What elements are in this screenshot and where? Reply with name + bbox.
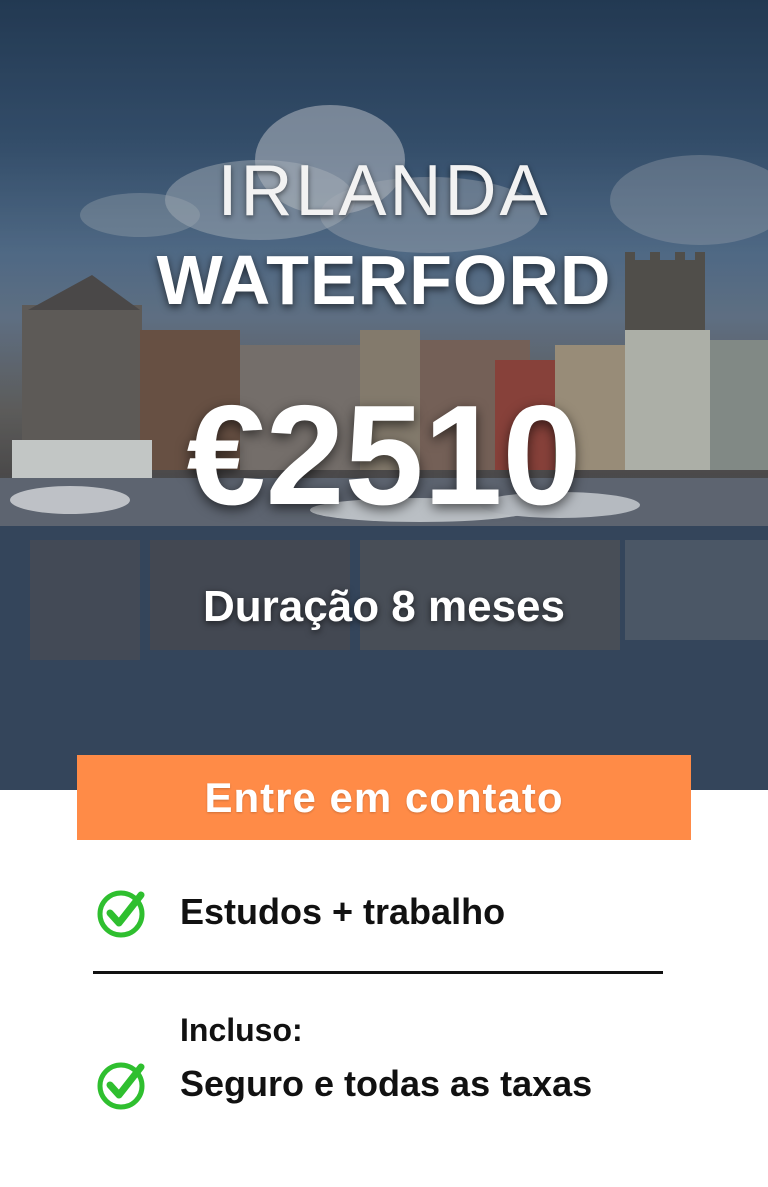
feature-study-work-label: Estudos + trabalho <box>180 891 506 932</box>
duration-label: Duração 8 meses <box>203 582 565 631</box>
feature-insurance-fees-label: Seguro e todas as taxas <box>180 1063 593 1104</box>
contact-button[interactable]: Entre em contato <box>77 755 691 840</box>
feature-insurance-fees: Seguro e todas as taxas <box>95 1058 592 1110</box>
city-title: WATERFORD <box>156 241 612 319</box>
included-label: Incluso: <box>180 1012 303 1048</box>
hero-banner: IRLANDA WATERFORD €2510 Duração 8 meses <box>0 0 768 790</box>
feature-study-work: Estudos + trabalho <box>95 886 505 938</box>
country-title: IRLANDA <box>217 151 551 231</box>
divider <box>93 971 663 974</box>
check-circle-icon <box>97 1062 145 1110</box>
check-circle-icon <box>97 890 145 938</box>
price-label: €2510 <box>186 376 582 535</box>
